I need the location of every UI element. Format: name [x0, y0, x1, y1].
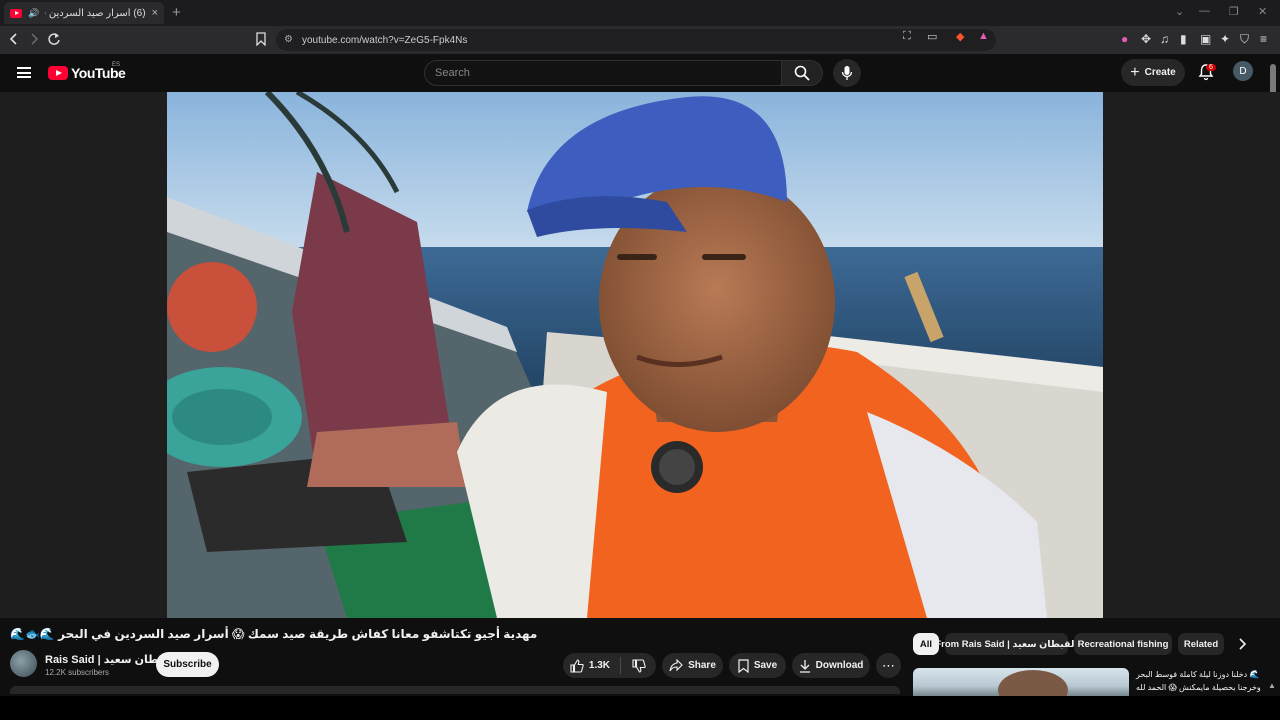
share-button[interactable]: Share: [662, 653, 723, 678]
youtube-masthead: YouTube ES Search + Create D: [0, 54, 1280, 92]
thumbnail-person: [998, 670, 1068, 698]
like-count: 1.3K: [588, 660, 611, 671]
download-button[interactable]: Download: [792, 653, 870, 678]
subscribe-button[interactable]: Subscribe: [156, 652, 219, 677]
video-player-area: [0, 92, 1280, 618]
subscriber-count: 12.2K subscribers: [45, 668, 110, 677]
address-bar[interactable]: ⚙ youtube.com/watch?v=ZeG5-Fpk4Ns: [276, 29, 996, 51]
extension-icon[interactable]: ●: [1121, 32, 1128, 46]
cast-icon[interactable]: ▭: [927, 30, 937, 43]
puzzle-icon[interactable]: ✥: [1141, 32, 1151, 46]
thumbs-up-icon: [570, 658, 584, 673]
tab-list-chevron-icon[interactable]: ⌄: [1175, 5, 1184, 18]
more-actions-button[interactable]: ⋯: [876, 653, 901, 678]
chip-from-channel[interactable]: From Rais Said | القبطان سعيد: [935, 633, 1078, 655]
leo-ai-icon[interactable]: ✦: [1220, 32, 1230, 46]
wallet-icon[interactable]: ▣: [1200, 32, 1211, 46]
download-label: Download: [815, 660, 864, 671]
menu-icon[interactable]: ≡: [1260, 32, 1267, 46]
save-button[interactable]: Save: [729, 653, 786, 678]
notification-badge: 6: [1206, 64, 1216, 71]
voice-search-button[interactable]: [833, 59, 861, 87]
thumbs-down-icon: [632, 658, 646, 673]
browser-tab[interactable]: 🔊 (6) أسرار صيد السردين في البحر ×: [4, 2, 164, 24]
create-button[interactable]: + Create: [1121, 59, 1185, 86]
recommended-thumbnail[interactable]: [913, 668, 1129, 698]
video-player[interactable]: [167, 92, 1103, 618]
sidebar-icon[interactable]: ▮: [1180, 32, 1187, 46]
translate-icon[interactable]: ⛶: [903, 30, 911, 43]
like-button[interactable]: 1.3K: [563, 658, 617, 673]
music-icon[interactable]: ♫: [1160, 32, 1169, 46]
download-icon: [799, 659, 810, 673]
save-bookmark-icon: [738, 658, 749, 673]
close-window-button[interactable]: ✕: [1258, 5, 1267, 18]
bottom-strip: [0, 696, 1280, 720]
save-label: Save: [753, 660, 778, 671]
avatar-letter: D: [1239, 65, 1247, 77]
tab-close-icon[interactable]: ×: [152, 7, 158, 19]
account-avatar[interactable]: D: [1233, 61, 1253, 81]
dislike-button[interactable]: [622, 658, 656, 673]
new-tab-button[interactable]: +: [172, 4, 181, 21]
channel-avatar[interactable]: [10, 650, 37, 677]
brave-rewards-icon[interactable]: ▲: [978, 30, 989, 42]
search-button[interactable]: [781, 60, 823, 86]
guide-menu-icon[interactable]: [17, 67, 31, 78]
search-icon: [794, 65, 810, 81]
url-text: youtube.com/watch?v=ZeG5-Fpk4Ns: [302, 34, 468, 46]
video-title: مهدية أجيو تكتاشفو معانا كفاش طريقة صيد …: [10, 627, 538, 641]
browser-toolbar: ⚙ youtube.com/watch?v=ZeG5-Fpk4Ns ⛶ ▭ ◆ …: [0, 26, 1280, 54]
youtube-logo[interactable]: YouTube ES: [48, 62, 126, 81]
share-label: Share: [688, 660, 716, 671]
create-label: Create: [1144, 67, 1176, 78]
chip-recreational-fishing[interactable]: Recreational fishing: [1074, 633, 1172, 655]
recommended-menu-icon[interactable]: ▲: [1268, 681, 1276, 690]
back-icon[interactable]: [8, 32, 20, 46]
description-panel[interactable]: [10, 686, 900, 694]
maximize-button[interactable]: ❐: [1229, 5, 1239, 18]
share-icon: [669, 659, 683, 672]
tab-title: (6) أسرار صيد السردين في البحر: [45, 7, 146, 19]
youtube-play-icon: [48, 66, 68, 80]
country-code: ES: [112, 62, 121, 68]
like-divider: [620, 657, 621, 674]
minimize-button[interactable]: —: [1199, 5, 1210, 17]
microphone-icon: [841, 66, 853, 80]
reload-icon[interactable]: [47, 32, 61, 46]
speaker-icon[interactable]: 🔊: [28, 8, 39, 19]
search-input[interactable]: Search: [424, 60, 782, 86]
chip-related[interactable]: Related: [1178, 633, 1224, 655]
like-dislike-group: 1.3K: [563, 653, 656, 678]
recommended-title[interactable]: 🌊 دخلنا دوزنا ليلة كاملة فوسط البحر وخرج…: [1136, 668, 1266, 694]
youtube-favicon-icon: [10, 8, 22, 18]
site-info-icon[interactable]: ⚙: [284, 34, 293, 45]
bookmark-icon[interactable]: [256, 32, 266, 46]
plus-icon: +: [1130, 63, 1140, 81]
brave-shields-icon[interactable]: ◆: [956, 30, 964, 43]
vpn-shield-icon[interactable]: ⛉: [1240, 32, 1249, 47]
forward-icon[interactable]: [28, 32, 40, 46]
video-frame[interactable]: [167, 92, 1103, 618]
search-placeholder: Search: [435, 67, 470, 79]
browser-tabstrip: 🔊 (6) أسرار صيد السردين في البحر × + ⌄ —…: [0, 0, 1280, 26]
chevron-right-icon[interactable]: [1237, 637, 1247, 651]
